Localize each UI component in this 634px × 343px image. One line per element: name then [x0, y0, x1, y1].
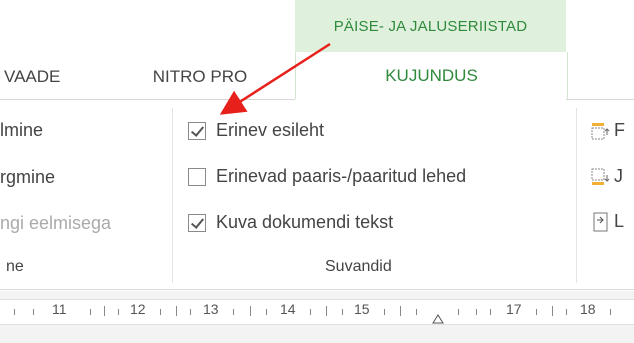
tab-nitro-pro[interactable]: NITRO PRO	[130, 58, 270, 96]
ruler-tick	[458, 309, 459, 315]
ruler-tick	[160, 309, 161, 315]
ruler-tick	[190, 309, 191, 315]
ruler-tick	[90, 309, 91, 315]
ruler-tick	[566, 309, 567, 315]
tab-vaade[interactable]: VAADE	[0, 58, 96, 96]
navigation-group-label: ne	[6, 258, 24, 275]
ruler-tick	[266, 309, 267, 315]
link-to-previous-button[interactable]: ngi eelmisega	[0, 213, 111, 234]
options-group-label: Suvandid	[325, 258, 392, 275]
ruler-strip	[0, 299, 634, 325]
ruler-tick	[326, 306, 327, 316]
ruler-tick	[118, 309, 119, 315]
ruler-tick	[342, 309, 343, 315]
insert-alignment-tab-icon[interactable]	[590, 211, 612, 233]
option-different-first-page[interactable]: Erinev esileht	[188, 120, 324, 141]
option-show-document-text[interactable]: Kuva dokumendi tekst	[188, 212, 393, 233]
tab-stop-marker[interactable]	[432, 312, 444, 324]
option-different-odd-even[interactable]: Erinevad paaris-/paaritud lehed	[188, 166, 466, 187]
contextual-tab-header: PÄISE- JA JALUSERIISTAD	[295, 0, 566, 53]
ribbon-bottom-border	[0, 289, 634, 290]
ruler-number: 15	[354, 301, 370, 317]
ruler-number: 11	[52, 301, 67, 317]
different-first-page-checkbox[interactable]	[188, 121, 206, 140]
nav-previous-button[interactable]: lmine	[0, 120, 43, 141]
group-separator	[576, 108, 577, 283]
ruler-tick	[610, 309, 611, 315]
header-position-icon[interactable]	[590, 120, 612, 142]
ruler-tick	[476, 309, 477, 315]
ruler-tick	[33, 309, 34, 315]
ruler-number: 18	[580, 301, 596, 317]
option-label: Erinevad paaris-/paaritud lehed	[216, 166, 467, 186]
ruler-tick	[233, 309, 234, 315]
horizontal-ruler[interactable]: 11 12 13 14 15 17 18	[0, 291, 634, 343]
ruler-number: 17	[506, 301, 522, 317]
ruler-tick	[14, 309, 15, 315]
group-separator	[172, 108, 173, 283]
ruler-tick	[536, 309, 537, 315]
show-document-text-checkbox[interactable]	[188, 213, 206, 232]
footer-position-label[interactable]: J	[614, 166, 623, 187]
ruler-tick	[176, 306, 177, 316]
insert-alignment-tab-label[interactable]: L	[614, 211, 624, 232]
ruler-tick	[552, 306, 553, 316]
ruler-tick	[400, 306, 401, 316]
nav-next-button[interactable]: rgmine	[0, 167, 55, 188]
ruler-number: 14	[280, 301, 296, 317]
ruler-tick	[416, 309, 417, 315]
header-position-label[interactable]: F	[614, 120, 625, 141]
tab-kujundus[interactable]: KUJUNDUS	[295, 52, 568, 100]
ruler-tick	[250, 306, 251, 316]
ruler-tick	[310, 309, 311, 315]
option-label: Kuva dokumendi tekst	[216, 212, 394, 232]
different-odd-even-checkbox[interactable]	[188, 167, 206, 186]
ruler-number: 13	[203, 301, 219, 317]
footer-position-icon[interactable]	[590, 166, 612, 188]
ruler-number: 12	[130, 301, 146, 317]
ruler-tick	[104, 306, 105, 316]
ruler-tick	[384, 309, 385, 315]
option-label: Erinev esileht	[216, 120, 325, 140]
ruler-tick	[490, 309, 491, 315]
